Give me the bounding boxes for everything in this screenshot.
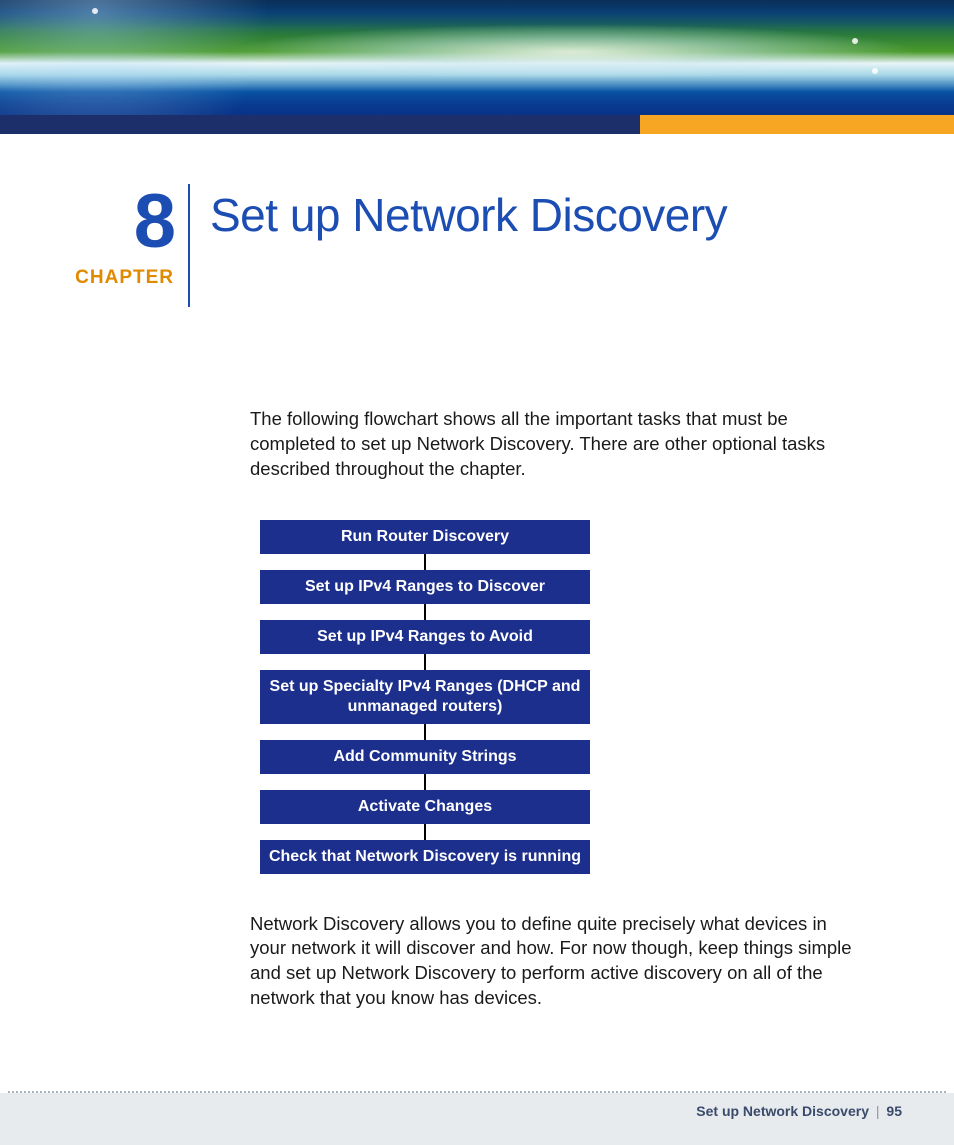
flow-step: Set up Specialty IPv4 Ranges (DHCP and u… — [260, 670, 590, 724]
footer-separator: | — [873, 1103, 883, 1119]
footer-page-number: 95 — [886, 1103, 902, 1119]
flow-step: Check that Network Discovery is running — [260, 840, 590, 874]
header-rule — [0, 115, 954, 134]
flow-connector — [424, 724, 426, 740]
flow-connector — [424, 654, 426, 670]
flowchart: Run Router Discovery Set up IPv4 Ranges … — [260, 520, 590, 874]
chapter-number: 8 — [134, 190, 174, 255]
flow-step: Activate Changes — [260, 790, 590, 824]
header-banner — [0, 0, 954, 115]
flow-step: Set up IPv4 Ranges to Avoid — [260, 620, 590, 654]
page-content: 8 CHAPTER Set up Network Discovery The f… — [0, 134, 954, 1011]
outro-paragraph: Network Discovery allows you to define q… — [250, 912, 864, 1012]
flow-step: Add Community Strings — [260, 740, 590, 774]
intro-paragraph: The following flowchart shows all the im… — [250, 407, 864, 482]
flow-step: Set up IPv4 Ranges to Discover — [260, 570, 590, 604]
flow-connector — [424, 824, 426, 840]
page-footer: Set up Network Discovery | 95 — [0, 1091, 954, 1145]
flow-connector — [424, 604, 426, 620]
flow-step: Run Router Discovery — [260, 520, 590, 554]
chapter-heading: 8 CHAPTER Set up Network Discovery — [60, 184, 894, 307]
footer-section-title: Set up Network Discovery — [696, 1103, 869, 1119]
flow-connector — [424, 554, 426, 570]
chapter-label: CHAPTER — [75, 267, 174, 289]
flow-connector — [424, 774, 426, 790]
chapter-title: Set up Network Discovery — [190, 184, 727, 242]
